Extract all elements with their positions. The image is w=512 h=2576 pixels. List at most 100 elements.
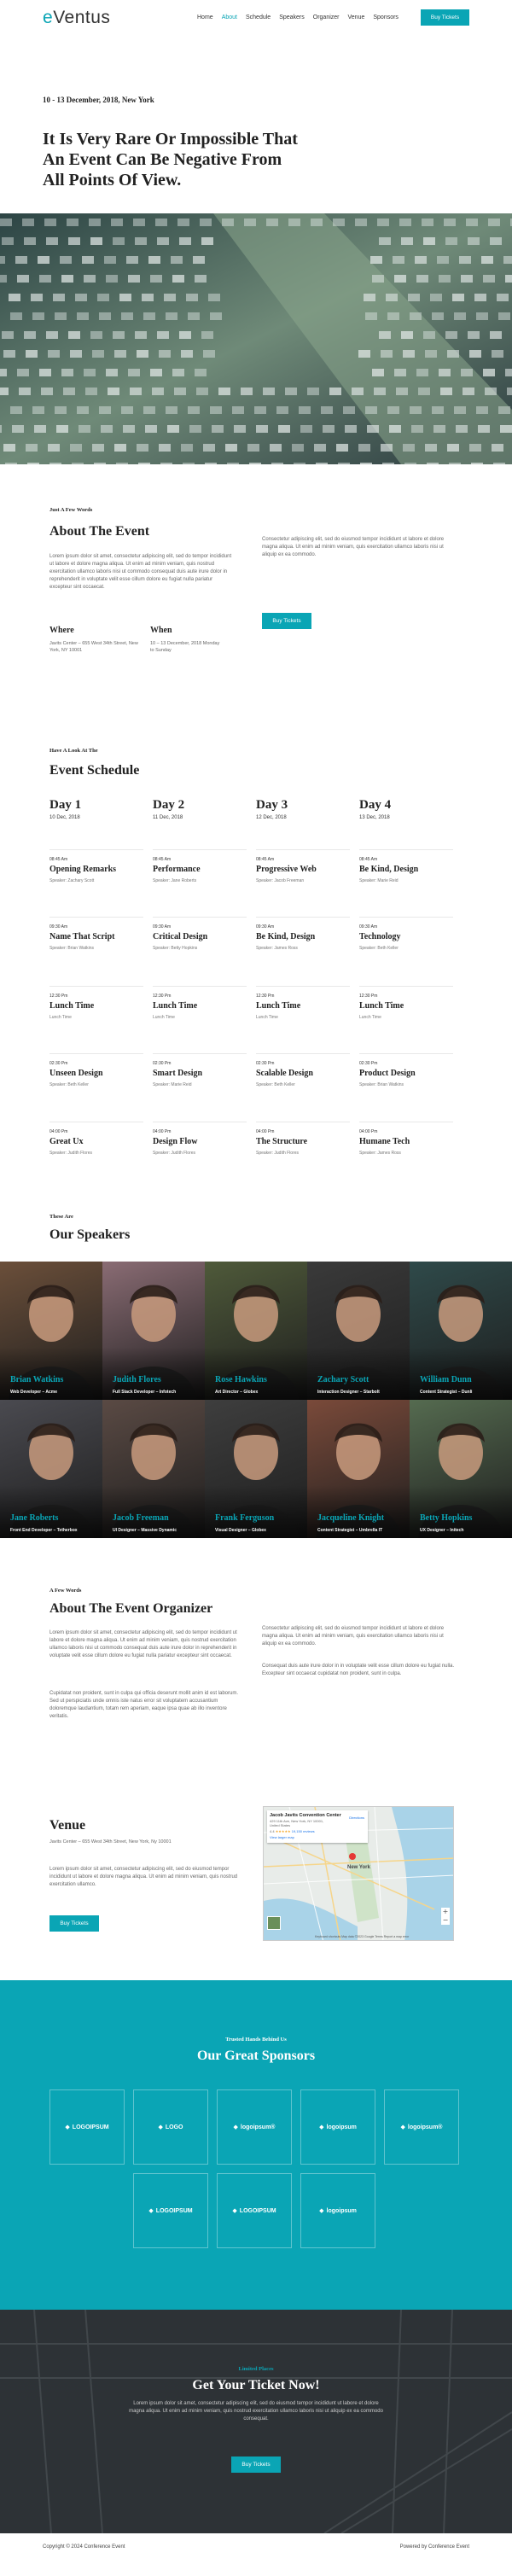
speaker-name[interactable]: Jane Roberts <box>10 1513 58 1523</box>
schedule-slot: 02:30 Pm Scalable Design Speaker: Beth Kel… <box>256 1053 350 1087</box>
speaker-card[interactable]: Frank Ferguson Visual Designer – Globex <box>205 1400 307 1538</box>
map-larger-link[interactable]: View larger map <box>270 1835 365 1839</box>
slot-speaker: Lunch Time <box>153 1015 175 1020</box>
speaker-role: Web Developer – Acme <box>10 1390 58 1395</box>
slot-time: 02:30 Pm <box>49 1061 68 1066</box>
slot-name: Great Ux <box>49 1137 84 1146</box>
site-header: eVentus Home About Schedule Speakers Org… <box>0 0 512 38</box>
slot-time: 02:30 Pm <box>256 1061 275 1066</box>
sponsor-logo[interactable]: ◆ LOGOIPSUM <box>49 2089 125 2165</box>
slot-time: 09:30 Am <box>153 924 172 930</box>
nav-home[interactable]: Home <box>197 15 213 20</box>
hero-date: 10 - 13 December, 2018, New York <box>43 96 154 104</box>
sponsor-logo-icon: ◆ <box>148 2207 154 2214</box>
sponsor-logo[interactable]: ◆ LOGOIPSUM <box>217 2173 292 2248</box>
where-value: Javits Center – 655 West 34th Street, Ne… <box>49 641 138 653</box>
speaker-role: UX Designer – Initech <box>420 1528 464 1533</box>
speaker-name[interactable]: Rose Hawkins <box>215 1375 267 1384</box>
footer-powered: Powered by Conference Event <box>399 2544 469 2550</box>
map-reviews[interactable]: 19,150 reviews <box>292 1829 315 1833</box>
slot-speaker: Speaker: Marie Reid <box>153 1082 192 1087</box>
sponsor-logo[interactable]: ◆ logoipsum® <box>384 2089 459 2165</box>
venue-map[interactable]: Jacob Javits Convention Center 429 11th … <box>263 1806 454 1941</box>
speaker-name[interactable]: Frank Ferguson <box>215 1513 274 1523</box>
speaker-card[interactable]: Betty Hopkins UX Designer – Initech <box>410 1400 512 1538</box>
day-4-header: Day 4 13 Dec, 2018 <box>359 798 453 820</box>
nav-venue[interactable]: Venue <box>348 15 365 20</box>
speaker-card[interactable]: Jacqueline Knight Content Strategist – Um… <box>307 1400 410 1538</box>
slot-time: 12:30 Pm <box>359 994 378 999</box>
slot-speaker: Speaker: Judith Flores <box>153 1151 196 1156</box>
slot-time: 02:30 Pm <box>153 1061 172 1066</box>
speaker-card[interactable]: Brian Watkins Web Developer – Acme <box>0 1262 102 1400</box>
slot-speaker: Speaker: Betty Hopkins <box>153 946 198 951</box>
site-logo[interactable]: eVentus <box>43 8 110 28</box>
schedule-slot: 08:45 Am Be Kind, Design Speaker: Marie Re… <box>359 849 453 883</box>
schedule-slot: 12:30 Pm Lunch Time Lunch Time <box>49 986 143 1020</box>
speaker-name[interactable]: Jacob Freeman <box>113 1513 169 1523</box>
zoom-in-icon[interactable]: + <box>441 1908 450 1916</box>
nav-schedule[interactable]: Schedule <box>246 15 271 20</box>
schedule-slot: 04:00 Pm Great Ux Speaker: Judith Flores <box>49 1122 143 1156</box>
speaker-card[interactable]: Judith Flores Full Stack Developer – Info… <box>102 1262 205 1400</box>
sponsor-logo[interactable]: ◆ LOGO <box>133 2089 208 2165</box>
schedule-kicker: Have A Look At The <box>49 748 98 754</box>
speaker-name[interactable]: Zachary Scott <box>317 1375 369 1384</box>
schedule-slot: 02:30 Pm Product Design Speaker: Brian Wat… <box>359 1053 453 1087</box>
nav-sponsors[interactable]: Sponsors <box>373 15 399 20</box>
sponsor-logo[interactable]: ◆ LOGOIPSUM <box>133 2173 208 2248</box>
speaker-card[interactable]: Rose Hawkins Art Director – Globex <box>205 1262 307 1400</box>
slot-name: Product Design <box>359 1069 416 1078</box>
sponsors-kicker: Trusted Hands Behind Us <box>225 2037 287 2043</box>
organizer-text-1: Lorem ipsum dolor sit amet, consectetur … <box>49 1630 237 1658</box>
map-directions-link[interactable]: Directions <box>349 1815 364 1820</box>
conference-hall-illustration <box>0 213 512 464</box>
speaker-name[interactable]: Betty Hopkins <box>420 1513 472 1523</box>
footer-copyright: Copyright © 2024 Conference Event <box>43 2544 125 2550</box>
schedule-slot: 08:45 Am Opening Remarks Speaker: Zachary … <box>49 849 143 883</box>
organizer-text-3: Consectetur adipiscing elit, sed do eius… <box>262 1626 445 1646</box>
sponsor-logo[interactable]: ◆ logoipsum® <box>217 2089 292 2165</box>
venue-buy-tickets-button[interactable]: Buy Tickets <box>49 1915 99 1932</box>
slot-speaker: Speaker: Brian Watkins <box>49 946 95 951</box>
speaker-card[interactable]: Zachary Scott Interaction Designer – Star… <box>307 1262 410 1400</box>
slot-time: 04:00 Pm <box>256 1129 275 1134</box>
slot-name: Smart Design <box>153 1069 203 1078</box>
tickets-buy-button[interactable]: Buy Tickets <box>231 2457 281 2473</box>
about-buy-tickets-button[interactable]: Buy Tickets <box>262 613 311 629</box>
day-3-header: Day 3 12 Dec, 2018 <box>256 798 350 820</box>
speaker-name[interactable]: Brian Watkins <box>10 1375 63 1384</box>
speaker-card[interactable]: William Dunn Content Strategist – Dunli <box>410 1262 512 1400</box>
slot-time: 08:45 Am <box>359 857 378 862</box>
about-text-left: Lorem ipsum dolor sit amet, consectetur … <box>49 554 232 590</box>
map-satellite-toggle[interactable] <box>267 1916 281 1930</box>
day-1-header: Day 1 10 Dec, 2018 <box>49 798 143 820</box>
nav-organizer[interactable]: Organizer <box>313 15 340 20</box>
slot-name: The Structure <box>256 1137 308 1146</box>
speaker-name[interactable]: Jacqueline Knight <box>317 1513 384 1523</box>
zoom-out-icon[interactable]: − <box>441 1916 450 1925</box>
schedule-slot: 09:30 Am Name That Script Speaker: Brian W… <box>49 917 143 951</box>
about-text-right: Consectetur adipiscing elit, sed do eius… <box>262 537 445 557</box>
speaker-card[interactable]: Jacob Freeman UI Designer – Massive Dynam… <box>102 1400 205 1538</box>
nav-speakers[interactable]: Speakers <box>279 15 305 20</box>
header-buy-tickets-button[interactable]: Buy Tickets <box>421 9 469 26</box>
sponsor-logo[interactable]: ◆ logoipsum <box>300 2173 375 2248</box>
speaker-card[interactable]: Jane Roberts Front End Developer – Tether… <box>0 1400 102 1538</box>
slot-name: Progressive Web <box>256 865 317 874</box>
slot-name: Name That Script <box>49 932 115 941</box>
nav-about[interactable]: About <box>222 15 237 20</box>
sponsor-logo-text: logoipsum® <box>407 2124 443 2130</box>
sponsor-logo-icon: ◆ <box>319 2124 324 2130</box>
map-zoom-control[interactable]: + − <box>441 1908 450 1925</box>
sponsor-logo-icon: ◆ <box>319 2207 324 2214</box>
tickets-title: Get Your Ticket Now! <box>192 2378 320 2392</box>
venue-address: Javits Center – 655 West 34th Street, Ne… <box>49 1839 172 1845</box>
stars-icon: ★★★★★ <box>275 1829 291 1833</box>
speaker-name[interactable]: William Dunn <box>420 1375 472 1384</box>
tickets-text: Lorem ipsum dolor sit amet, consectetur … <box>129 2401 383 2422</box>
sponsor-logo[interactable]: ◆ logoipsum <box>300 2089 375 2165</box>
schedule-slot: 12:30 Pm Lunch Time Lunch Time <box>256 986 350 1020</box>
speaker-name[interactable]: Judith Flores <box>113 1375 161 1384</box>
slot-time: 08:45 Am <box>153 857 172 862</box>
